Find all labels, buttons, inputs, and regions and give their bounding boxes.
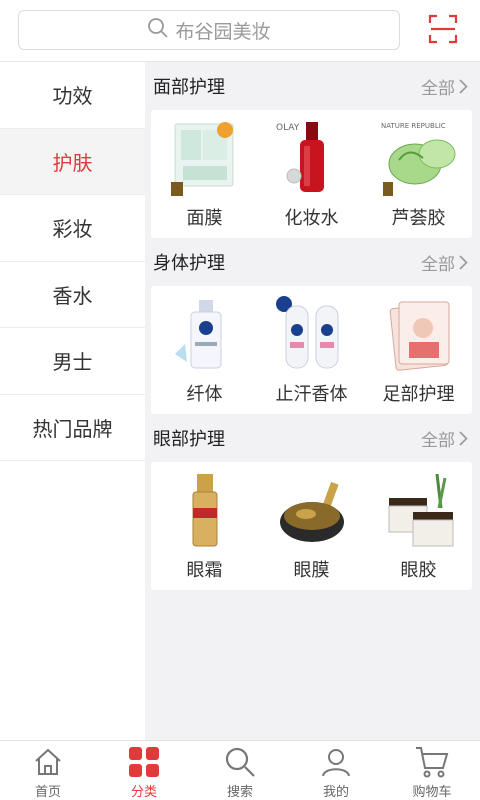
product-label: 化妆水 [284, 208, 339, 229]
section-header-eye-care: 眼部护理 全部 [145, 414, 480, 462]
product-item[interactable]: 眼膜 [262, 468, 362, 582]
section-title: 眼部护理 [153, 429, 225, 450]
product-item[interactable]: 止汗香体 [262, 292, 362, 406]
nav-item-category[interactable]: 分类 [96, 741, 192, 800]
nav-item-cart[interactable]: 购物车 [384, 741, 480, 800]
section-header-face-care: 面部护理 全部 [145, 62, 480, 110]
user-icon [319, 746, 353, 778]
eye-cream-bottle-icon [165, 468, 245, 554]
category-sidebar: 功效 护肤 彩妆 香水 男士 热门品牌 [0, 62, 145, 740]
product-label: 纤体 [186, 384, 223, 405]
header-bar: 布谷园美妆 [0, 0, 480, 62]
product-item[interactable]: 足部护理 [369, 292, 469, 406]
search-placeholder: 布谷园美妆 [175, 20, 271, 43]
search-icon [223, 746, 257, 778]
product-label: 面膜 [186, 208, 223, 229]
product-item[interactable]: NATURE REPUBLIC 芦荟胶 [369, 116, 469, 230]
foot-mask-pack-icon [379, 292, 459, 378]
nav-item-profile[interactable]: 我的 [288, 741, 384, 800]
product-item[interactable]: 眼霜 [155, 468, 255, 582]
sidebar-item-skincare[interactable]: 护肤 [0, 128, 145, 195]
bottom-nav: 首页 分类 搜索 我的 购物车 [0, 740, 480, 800]
nav-label: 搜索 [226, 785, 253, 800]
sidebar-item-men[interactable]: 男士 [0, 328, 145, 395]
product-card-row: 眼霜 眼膜 眼胶 [151, 462, 472, 590]
eye-patch-jar-icon [272, 468, 352, 554]
section-title: 身体护理 [153, 253, 225, 274]
product-label: 眼膜 [293, 560, 330, 581]
product-card-row: 面膜 OLAY 化妆水 NATURE REPUBLIC 芦荟胶 [151, 110, 472, 238]
view-all-link[interactable]: 全部 [421, 74, 468, 99]
toner-bottle-icon: OLAY [272, 116, 352, 202]
product-label: 止汗香体 [275, 384, 348, 405]
svg-text:OLAY: OLAY [276, 123, 300, 133]
nav-label: 首页 [34, 785, 61, 800]
product-label: 眼胶 [400, 560, 437, 581]
scan-button[interactable] [426, 14, 460, 48]
deodorant-roll-on-icon [272, 292, 352, 378]
face-mask-product-icon [165, 116, 245, 202]
sidebar-item-perfume[interactable]: 香水 [0, 262, 145, 328]
eye-gel-jar-icon [379, 468, 459, 554]
svg-text:NATURE REPUBLIC: NATURE REPUBLIC [381, 122, 446, 130]
view-all-label: 全部 [421, 254, 455, 275]
sidebar-item-efficacy[interactable]: 功效 [0, 62, 145, 129]
search-icon [147, 17, 175, 43]
nav-label: 购物车 [412, 785, 452, 800]
view-all-label: 全部 [421, 78, 455, 99]
sidebar-item-hot-brands[interactable]: 热门品牌 [0, 395, 145, 461]
nav-item-home[interactable]: 首页 [0, 741, 96, 800]
category-content: 面部护理 全部 面膜 OLAY 化妆水 NATURE REPUBLIC 芦荟胶 … [145, 62, 480, 740]
view-all-link[interactable]: 全部 [421, 250, 468, 275]
sidebar-item-makeup[interactable]: 彩妆 [0, 195, 145, 262]
product-card-row: 纤体 止汗香体 足部护理 [151, 286, 472, 414]
nav-label: 分类 [130, 785, 157, 800]
product-label: 芦荟胶 [391, 208, 446, 229]
nav-item-search[interactable]: 搜索 [192, 741, 288, 800]
slimming-bottle-icon [165, 292, 245, 378]
view-all-link[interactable]: 全部 [421, 426, 468, 451]
product-label: 眼霜 [186, 560, 223, 581]
chevron-right-icon [459, 254, 468, 270]
aloe-gel-jar-icon: NATURE REPUBLIC [379, 116, 459, 202]
chevron-right-icon [459, 78, 468, 94]
view-all-label: 全部 [421, 430, 455, 451]
section-header-body-care: 身体护理 全部 [145, 238, 480, 286]
scan-icon [428, 14, 458, 48]
product-item[interactable]: 面膜 [155, 116, 255, 230]
product-item[interactable]: 眼胶 [369, 468, 469, 582]
section-title: 面部护理 [153, 77, 225, 98]
product-item[interactable]: OLAY 化妆水 [262, 116, 362, 230]
chevron-right-icon [459, 430, 468, 446]
product-label: 足部护理 [382, 384, 455, 405]
cart-icon [415, 746, 449, 778]
nav-label: 我的 [322, 785, 349, 800]
search-input[interactable]: 布谷园美妆 [18, 10, 400, 50]
home-icon [31, 746, 65, 778]
product-item[interactable]: 纤体 [155, 292, 255, 406]
category-grid-icon [127, 746, 161, 778]
